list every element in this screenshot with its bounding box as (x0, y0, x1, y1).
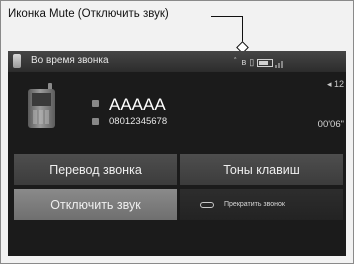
contact-icon (92, 100, 99, 107)
number-icon (92, 118, 99, 125)
phone-screen (32, 93, 51, 106)
mute-mic-icon: ﾞ (234, 57, 240, 67)
status-icons: ﾞ ʙ ▯ (234, 55, 286, 68)
end-call-icon (200, 201, 214, 208)
hfl-icon: ▯ (249, 57, 256, 67)
battery-icon (257, 58, 274, 67)
call-duration: 00'06" (317, 119, 344, 130)
phone-illustration (28, 83, 55, 128)
transfer-call-button[interactable]: Перевод звонка (14, 154, 177, 185)
end-call-label: Прекратить звонок (224, 201, 285, 208)
phone-keypad (33, 110, 50, 124)
status-bar: Во время звонка ﾞ ʙ ▯ (8, 51, 346, 72)
caller-name: AAAAA (109, 95, 166, 114)
callout-leader-line (211, 16, 243, 17)
signal-strength-icon (275, 58, 284, 68)
bluetooth-icon: ʙ (241, 57, 248, 67)
mute-icon-callout-label: Иконка Mute (Отключить звук) (8, 8, 169, 20)
phone-icon (13, 54, 21, 68)
clock-value: 12 (333, 79, 344, 89)
key-tones-button[interactable]: Тоны клавиш (180, 154, 343, 185)
phone-call-screen: Во время звонка ﾞ ʙ ▯ AAAAA 08012345678 ◂ … (8, 51, 346, 256)
caller-number: 08012345678 (109, 116, 168, 127)
clock: ◂ 12 (326, 79, 344, 89)
status-title: Во время звонка (31, 55, 109, 66)
mute-button[interactable]: Отключить звук (14, 189, 177, 220)
end-call-button[interactable]: Прекратить звонок (180, 189, 343, 220)
